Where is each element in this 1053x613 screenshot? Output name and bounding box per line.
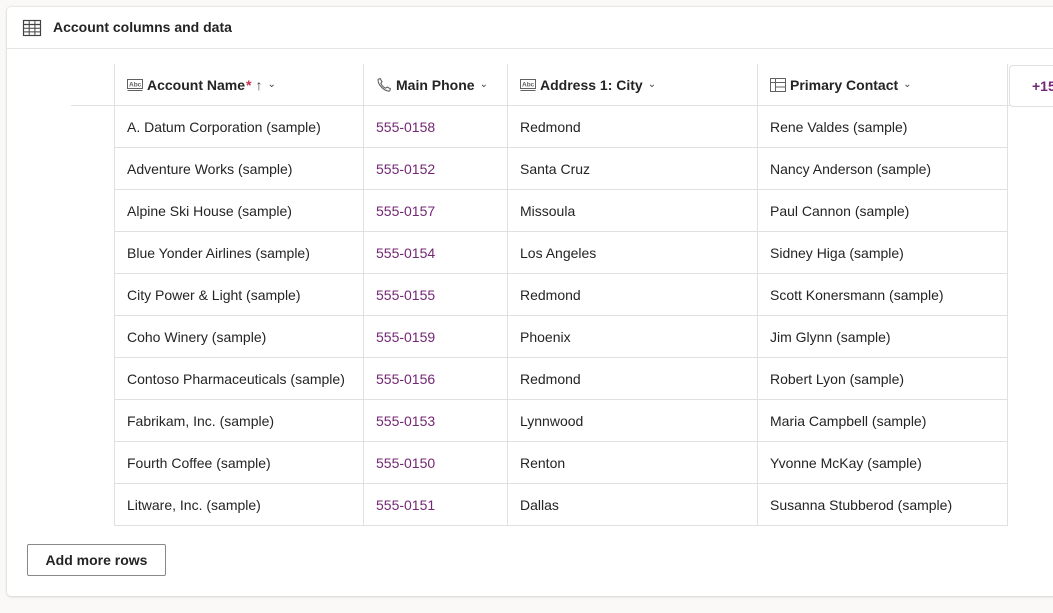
cell-main-phone[interactable]: 555-0156 — [364, 358, 508, 400]
column-header-label: Main Phone — [396, 77, 475, 93]
table-row[interactable]: Blue Yonder Airlines (sample) 555-0154 Los… — [114, 232, 1008, 274]
column-header-account-name[interactable]: Abc Account Name * ↑ ⌄ — [114, 64, 364, 106]
header-row: Abc Account Name * ↑ ⌄ Main Phone ⌄ Abc — [114, 64, 1008, 106]
column-header-main-phone[interactable]: Main Phone ⌄ — [364, 64, 508, 106]
cell-main-phone[interactable]: 555-0150 — [364, 442, 508, 484]
column-header-label: Account Name — [147, 77, 246, 93]
cell-account-name[interactable]: Fourth Coffee (sample) — [114, 442, 364, 484]
cell-primary-contact[interactable]: Sidney Higa (sample) — [758, 232, 1008, 274]
table-row[interactable]: Adventure Works (sample) 555-0152 Santa Cr… — [114, 148, 1008, 190]
lookup-icon — [770, 78, 786, 92]
cell-main-phone[interactable]: 555-0159 — [364, 316, 508, 358]
cell-account-name[interactable]: Fabrikam, Inc. (sample) — [114, 400, 364, 442]
sort-ascending-icon: ↑ — [255, 77, 263, 93]
table-row[interactable]: Fourth Coffee (sample) 555-0150 Renton Yvon… — [114, 442, 1008, 484]
phone-icon — [377, 77, 392, 92]
svg-text:Abc: Abc — [129, 82, 142, 89]
column-header-address-city[interactable]: Abc Address 1: City ⌄ — [508, 64, 758, 106]
cell-account-name[interactable]: A. Datum Corporation (sample) — [114, 106, 364, 148]
cell-address-city[interactable]: Missoula — [508, 190, 758, 232]
cell-primary-contact[interactable]: Nancy Anderson (sample) — [758, 148, 1008, 190]
cell-main-phone[interactable]: 555-0157 — [364, 190, 508, 232]
table-row[interactable]: Contoso Pharmaceuticals (sample) 555-0156… — [114, 358, 1008, 400]
table-row[interactable]: Alpine Ski House (sample) 555-0157 Missoul… — [114, 190, 1008, 232]
cell-address-city[interactable]: Redmond — [508, 274, 758, 316]
cell-primary-contact[interactable]: Susanna Stubberod (sample) — [758, 484, 1008, 526]
panel-title: Account columns and data — [53, 19, 232, 35]
cell-account-name[interactable]: Litware, Inc. (sample) — [114, 484, 364, 526]
text-field-icon: Abc — [127, 79, 143, 91]
cell-main-phone[interactable]: 555-0155 — [364, 274, 508, 316]
cell-primary-contact[interactable]: Paul Cannon (sample) — [758, 190, 1008, 232]
cell-address-city[interactable]: Dallas — [508, 484, 758, 526]
cell-main-phone[interactable]: 555-0154 — [364, 232, 508, 274]
cell-account-name[interactable]: Blue Yonder Airlines (sample) — [114, 232, 364, 274]
cell-address-city[interactable]: Renton — [508, 442, 758, 484]
cell-address-city[interactable]: Lynnwood — [508, 400, 758, 442]
account-data-panel: Account columns and data Abc Account Nam… — [7, 7, 1053, 596]
cell-account-name[interactable]: Alpine Ski House (sample) — [114, 190, 364, 232]
cell-main-phone[interactable]: 555-0151 — [364, 484, 508, 526]
column-header-label: Address 1: City — [540, 77, 643, 93]
table-row[interactable]: A. Datum Corporation (sample) 555-0158 Red… — [114, 106, 1008, 148]
table-icon — [22, 19, 42, 37]
chevron-down-icon[interactable]: ⌄ — [267, 64, 275, 106]
text-field-icon: Abc — [520, 79, 536, 91]
cell-address-city[interactable]: Los Angeles — [508, 232, 758, 274]
cell-address-city[interactable]: Redmond — [508, 358, 758, 400]
cell-primary-contact[interactable]: Scott Konersmann (sample) — [758, 274, 1008, 316]
table-row[interactable]: City Power & Light (sample) 555-0155 Redmo… — [114, 274, 1008, 316]
chevron-down-icon[interactable]: ⌄ — [648, 64, 656, 106]
column-header-label: Primary Contact — [790, 77, 899, 93]
chevron-down-icon[interactable]: ⌄ — [480, 64, 488, 106]
required-marker: * — [246, 77, 252, 93]
cell-address-city[interactable]: Redmond — [508, 106, 758, 148]
table-row[interactable]: Coho Winery (sample) 555-0159 Phoenix Jim G… — [114, 316, 1008, 358]
table-row[interactable]: Litware, Inc. (sample) 555-0151 Dallas Susa… — [114, 484, 1008, 526]
panel-header: Account columns and data — [7, 7, 1053, 49]
cell-primary-contact[interactable]: Jim Glynn (sample) — [758, 316, 1008, 358]
cell-account-name[interactable]: Contoso Pharmaceuticals (sample) — [114, 358, 364, 400]
add-more-rows-button[interactable]: Add more rows — [27, 544, 166, 576]
cell-main-phone[interactable]: 555-0158 — [364, 106, 508, 148]
cell-main-phone[interactable]: 555-0153 — [364, 400, 508, 442]
cell-address-city[interactable]: Santa Cruz — [508, 148, 758, 190]
cell-primary-contact[interactable]: Robert Lyon (sample) — [758, 358, 1008, 400]
cell-main-phone[interactable]: 555-0152 — [364, 148, 508, 190]
cell-address-city[interactable]: Phoenix — [508, 316, 758, 358]
cell-primary-contact[interactable]: Maria Campbell (sample) — [758, 400, 1008, 442]
cell-primary-contact[interactable]: Yvonne McKay (sample) — [758, 442, 1008, 484]
table-row[interactable]: Fabrikam, Inc. (sample) 555-0153 Lynnwood M… — [114, 400, 1008, 442]
column-header-primary-contact[interactable]: Primary Contact ⌄ — [758, 64, 1008, 106]
cell-account-name[interactable]: Adventure Works (sample) — [114, 148, 364, 190]
cell-account-name[interactable]: Coho Winery (sample) — [114, 316, 364, 358]
chevron-down-icon[interactable]: ⌄ — [903, 64, 911, 106]
cell-primary-contact[interactable]: Rene Valdes (sample) — [758, 106, 1008, 148]
cell-account-name[interactable]: City Power & Light (sample) — [114, 274, 364, 316]
svg-text:Abc: Abc — [522, 82, 535, 89]
more-columns-button[interactable]: +15 — [1009, 65, 1053, 107]
